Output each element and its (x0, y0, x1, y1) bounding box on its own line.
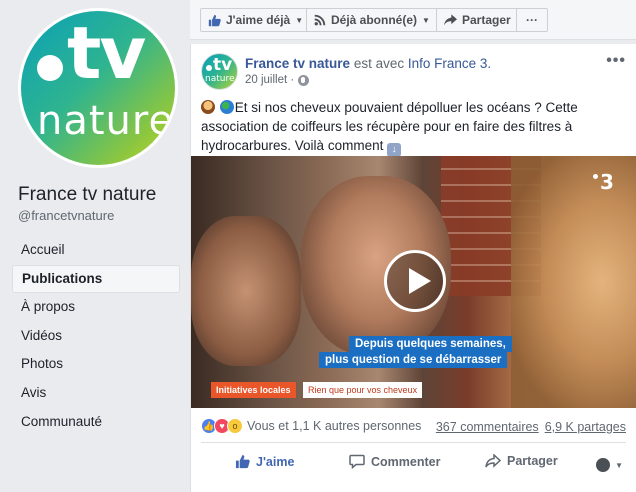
nav-item-photos[interactable]: Photos (12, 350, 180, 378)
avatar-tv-text: tv (213, 55, 233, 75)
user-avatar-icon (596, 458, 611, 472)
logo-tv-text: tv (67, 11, 146, 95)
nav-item-communaute[interactable]: Communauté (12, 408, 180, 436)
caret-down-icon: ▼ (295, 15, 304, 25)
channel-dot (593, 174, 598, 179)
post-text: Et si nos cheveux pouvaient dépolluer le… (201, 98, 631, 157)
france-tv-nature-logo: tv nature (21, 11, 175, 165)
following-page-button[interactable]: Déjà abonné(e) ▼ (306, 8, 438, 32)
post-meta: 20 juillet · (245, 74, 310, 86)
shares-count-link[interactable]: 6,9 K partages (545, 420, 626, 434)
like-post-button[interactable]: J'aime (235, 454, 294, 469)
play-button-icon[interactable] (384, 250, 446, 312)
liked-page-button[interactable]: J'aime déjà ▼ (200, 8, 312, 32)
rss-icon (314, 14, 326, 26)
page-nav: Accueil Publications À propos Vidéos Pho… (12, 236, 180, 436)
like-post-label: J'aime (256, 454, 295, 469)
post-divider (201, 442, 626, 443)
video-subtitle-line-2: plus question de se débarrasser (319, 352, 508, 368)
share-post-label: Partager (507, 454, 558, 468)
wow-reaction-icon: o (227, 418, 243, 434)
share-post-button[interactable]: Partager (485, 454, 558, 468)
earth-emoji-icon (219, 100, 234, 114)
avatar-nature-text: nature (205, 74, 235, 84)
more-options-button[interactable]: ··· (516, 8, 548, 32)
caret-down-icon: ▼ (615, 460, 623, 470)
comment-label: Commenter (371, 454, 441, 469)
thumbs-up-icon (235, 454, 250, 469)
reactions-text: Vous et 1,1 K autres personnes (247, 419, 422, 433)
nav-item-videos[interactable]: Vidéos (12, 322, 180, 350)
share-arrow-icon (485, 454, 501, 468)
more-dots-icon: ··· (526, 13, 538, 27)
comments-count-link[interactable]: 367 commentaires (436, 420, 539, 434)
audience-selector[interactable]: ▼ (596, 458, 623, 472)
hairdresser-emoji-icon (201, 100, 215, 114)
video-tag-rien-que: Rien que pour vos cheveux (303, 382, 423, 398)
comment-bubble-icon (349, 454, 365, 469)
video-subtitle-line-1: Depuis quelques semaines, (349, 336, 512, 352)
nav-item-publications[interactable]: Publications (12, 264, 180, 293)
france3-channel-logo: 3 (593, 170, 614, 194)
video-frame-hair (511, 156, 636, 408)
post-author-link[interactable]: France tv nature (245, 56, 350, 71)
post-actions: J'aime Commenter Partager ▼ (191, 448, 636, 478)
globe-icon (298, 74, 310, 86)
down-arrow-emoji-icon: ↓ (387, 143, 402, 157)
page-action-bar: J'aime déjà ▼ Déjà abonné(e) ▼ Partager … (190, 0, 636, 40)
caret-down-icon: ▼ (422, 15, 430, 25)
reactions-summary[interactable]: 👍 ♥ o Vous et 1,1 K autres personnes (201, 418, 421, 434)
share-arrow-icon (444, 14, 457, 26)
post-header: France tv nature est avec Info France 3. (245, 56, 491, 71)
meta-separator: · (287, 74, 295, 86)
page-profile-picture[interactable]: tv nature (18, 8, 178, 168)
avatar-dot (206, 65, 212, 71)
comment-button[interactable]: Commenter (349, 454, 440, 469)
post-tagged-page-link[interactable]: Info France 3. (408, 56, 491, 71)
following-page-label: Déjà abonné(e) (331, 13, 418, 27)
post-video[interactable]: 3 Depuis quelques semaines, plus questio… (191, 156, 636, 408)
logo-dot (37, 55, 63, 81)
post-date[interactable]: 20 juillet (245, 74, 287, 86)
channel-number: 3 (600, 170, 614, 194)
thumbs-up-icon (208, 14, 221, 27)
liked-page-label: J'aime déjà (226, 13, 291, 27)
nav-item-a-propos[interactable]: À propos (12, 293, 180, 321)
nav-item-avis[interactable]: Avis (12, 379, 180, 407)
share-page-button[interactable]: Partager (436, 8, 519, 32)
page-handle[interactable]: @francetvnature (18, 208, 114, 223)
post-with-text: est avec (353, 56, 405, 71)
video-tag-initiatives: Initiatives locales (211, 382, 296, 398)
logo-nature-text: nature (37, 98, 175, 144)
page-name[interactable]: France tv nature (18, 184, 156, 206)
post-more-icon[interactable]: ••• (606, 52, 626, 70)
post-counts: 367 commentaires 6,9 K partages (436, 420, 626, 434)
video-frame-hand (191, 216, 301, 366)
nav-item-accueil[interactable]: Accueil (12, 236, 180, 264)
post-author-avatar[interactable]: tv nature (201, 53, 238, 90)
share-page-label: Partager (462, 13, 511, 27)
page-sidebar: tv nature France tv nature @francetvnatu… (0, 0, 190, 492)
post-card: tv nature France tv nature est avec Info… (190, 44, 636, 492)
